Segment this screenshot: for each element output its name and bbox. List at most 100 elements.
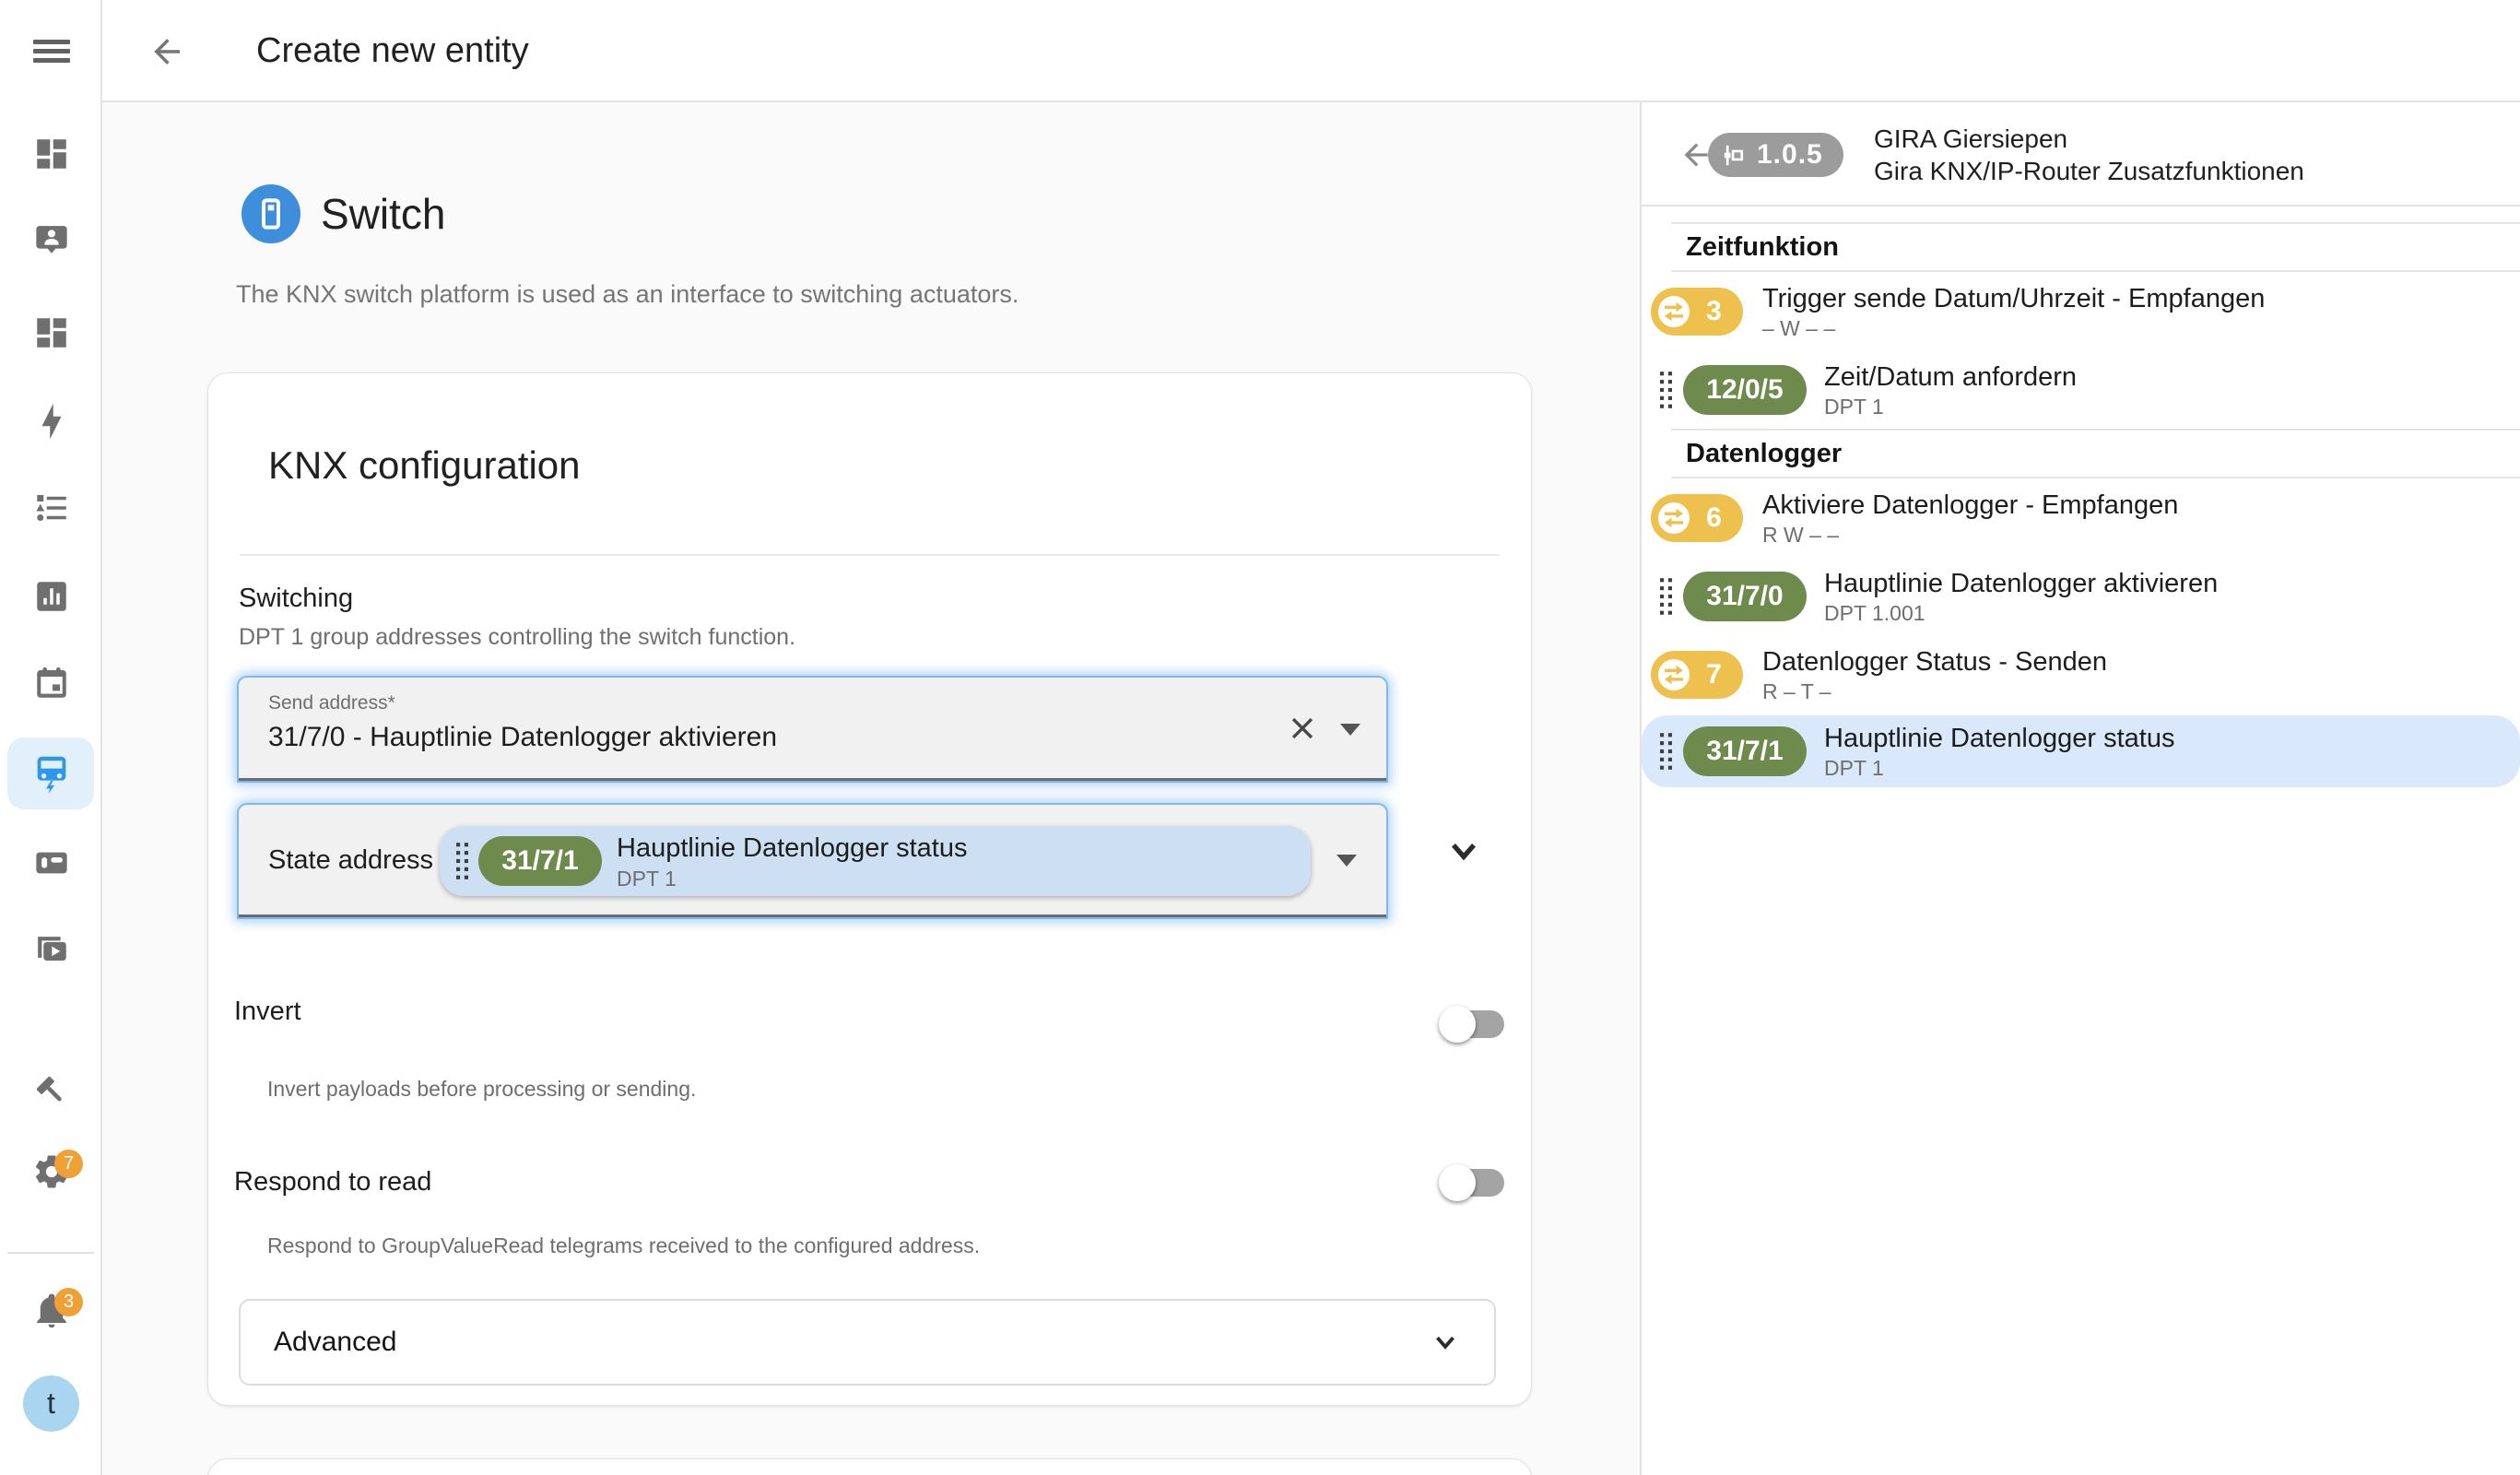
sidebar-item-history[interactable] bbox=[0, 560, 102, 633]
swap-arrows-icon bbox=[1657, 295, 1690, 328]
switching-group-title: Switching bbox=[239, 584, 353, 614]
chevron-down-icon bbox=[1430, 1327, 1461, 1358]
row-subtitle: DPT 1 bbox=[1824, 755, 2174, 781]
drag-handle-icon[interactable] bbox=[1660, 733, 1672, 770]
platform-description: The KNX switch platform is used as an in… bbox=[236, 280, 1019, 309]
clear-button[interactable] bbox=[1287, 713, 1318, 744]
row-subtitle: R W – – bbox=[1762, 522, 2178, 548]
group-address-row[interactable]: 31/7/0 Hauptlinie Datenlogger aktivierenD… bbox=[1642, 558, 2520, 635]
state-address-field[interactable]: State address 31/7/1 Hauptlinie Datenlog… bbox=[239, 805, 1386, 917]
sidebar-item-mailbox[interactable] bbox=[0, 826, 102, 900]
group-address-pill: 31/7/1 bbox=[1683, 726, 1807, 776]
bus-node-icon bbox=[1721, 143, 1746, 168]
dropdown-caret-icon[interactable] bbox=[1337, 855, 1357, 867]
device-address-panel: 1.0.5 GIRA Giersiepen Gira KNX/IP-Router… bbox=[1640, 102, 2520, 1475]
knx-configuration-card: KNX configuration Switching DPT 1 group … bbox=[207, 372, 1532, 1406]
com-object-row[interactable]: 7 Datenlogger Status - SendenR – T – bbox=[1642, 635, 2520, 714]
group-address-row[interactable]: 12/0/5 Zeit/Datum anfordernDPT 1 bbox=[1642, 351, 2520, 429]
row-subtitle: DPT 1.001 bbox=[1824, 600, 2218, 626]
group-address-row[interactable]: 31/7/1 Hauptlinie Datenlogger statusDPT 1 bbox=[1642, 715, 2520, 787]
calendar-icon bbox=[32, 664, 71, 702]
row-title: Hauptlinie Datenlogger status bbox=[1824, 723, 2174, 754]
light-switch-icon bbox=[253, 195, 289, 232]
send-address-field[interactable]: Send address* 31/7/0 - Hauptlinie Datenl… bbox=[239, 678, 1386, 781]
bulleted-list-icon bbox=[32, 489, 71, 527]
expand-addresses-button[interactable] bbox=[1443, 831, 1484, 871]
sidebar-item-overview[interactable] bbox=[0, 117, 102, 191]
grid-dashboard-icon bbox=[32, 313, 71, 352]
sidebar-item-assist[interactable] bbox=[0, 203, 102, 277]
close-icon bbox=[1287, 713, 1318, 744]
individual-address-badge: 1.0.5 bbox=[1708, 133, 1843, 177]
row-subtitle: DPT 1 bbox=[1824, 394, 2077, 419]
com-object-row[interactable]: 3 Trigger sende Datum/Uhrzeit - Empfangen… bbox=[1642, 272, 2520, 351]
menu-icon[interactable] bbox=[33, 40, 70, 63]
toggle-thumb bbox=[1439, 1006, 1476, 1043]
row-texts: Hauptlinie Datenlogger aktivierenDPT 1.0… bbox=[1824, 568, 2218, 626]
device-panel-header: 1.0.5 GIRA Giersiepen Gira KNX/IP-Router… bbox=[1642, 102, 2520, 206]
dropdown-caret-icon[interactable] bbox=[1340, 724, 1360, 736]
main-content: Switch The KNX switch platform is used a… bbox=[102, 102, 1641, 1475]
com-object-pill: 3 bbox=[1651, 288, 1743, 336]
state-address-label: State address bbox=[268, 845, 433, 876]
avatar[interactable]: t bbox=[23, 1375, 79, 1432]
row-texts: Trigger sende Datum/Uhrzeit - Empfangen–… bbox=[1762, 283, 2265, 341]
state-address-chip[interactable]: 31/7/1 Hauptlinie Datenlogger status DPT… bbox=[440, 826, 1311, 896]
sidebar-item-media[interactable] bbox=[0, 914, 102, 987]
lightning-bolt-icon bbox=[32, 402, 71, 441]
com-object-pill: 6 bbox=[1651, 494, 1743, 542]
advanced-expander[interactable]: Advanced bbox=[239, 1299, 1496, 1386]
drag-handle-icon[interactable] bbox=[1660, 578, 1672, 615]
row-subtitle: R – T – bbox=[1762, 678, 2107, 704]
group-address-pill: 12/0/5 bbox=[1683, 365, 1807, 415]
knx-create-entity-page: Create new entity bbox=[0, 0, 2520, 1475]
platform-icon-circle bbox=[241, 184, 300, 243]
com-object-number: 7 bbox=[1690, 659, 1737, 690]
swap-arrows-icon bbox=[1657, 658, 1690, 691]
group-address-pill: 31/7/0 bbox=[1683, 572, 1807, 621]
sidebar-item-calendar[interactable] bbox=[0, 646, 102, 720]
sidebar-item-dashboard[interactable] bbox=[0, 296, 102, 370]
com-object-number: 3 bbox=[1690, 296, 1737, 327]
notifications-badge: 3 bbox=[54, 1288, 83, 1316]
next-card-partial bbox=[207, 1458, 1532, 1475]
toggle-thumb bbox=[1439, 1164, 1476, 1201]
row-title: Zeit/Datum anfordern bbox=[1824, 361, 2077, 393]
respond-to-read-toggle[interactable] bbox=[1443, 1169, 1504, 1197]
card-title: KNX configuration bbox=[268, 443, 581, 488]
mailbox-icon bbox=[32, 844, 71, 882]
bus-lightning-icon bbox=[30, 752, 73, 795]
drag-handle-icon[interactable] bbox=[456, 843, 468, 879]
sidebar-item-settings[interactable] bbox=[0, 1135, 102, 1209]
chip-title: Hauptlinie Datenlogger status bbox=[617, 833, 967, 864]
row-texts: Zeit/Datum anfordernDPT 1 bbox=[1824, 361, 2077, 419]
advanced-label: Advanced bbox=[274, 1327, 396, 1358]
group-address-pill: 31/7/1 bbox=[478, 836, 602, 886]
sidebar-item-knx[interactable] bbox=[0, 737, 102, 810]
arrow-left-icon bbox=[147, 32, 186, 71]
send-address-value: 31/7/0 - Hauptlinie Datenlogger aktivier… bbox=[268, 722, 777, 753]
grid-dashboard-icon bbox=[32, 135, 71, 173]
sidebar-item-notifications[interactable] bbox=[0, 1273, 102, 1347]
device-manufacturer: GIRA Giersiepen bbox=[1874, 123, 2304, 155]
sidebar-item-developer-tools[interactable] bbox=[0, 1055, 102, 1128]
section-title: Datenlogger bbox=[1642, 431, 2520, 477]
com-object-row[interactable]: 6 Aktiviere Datenlogger - EmpfangenR W – … bbox=[1642, 478, 2520, 558]
row-title: Aktiviere Datenlogger - Empfangen bbox=[1762, 490, 2178, 521]
row-texts: Datenlogger Status - SendenR – T – bbox=[1762, 646, 2107, 704]
com-object-pill: 7 bbox=[1651, 651, 1743, 699]
invert-toggle[interactable] bbox=[1443, 1010, 1504, 1038]
sidebar-item-energy[interactable] bbox=[0, 384, 102, 458]
platform-title: Switch bbox=[321, 189, 445, 239]
hammer-icon bbox=[32, 1072, 71, 1111]
settings-badge: 7 bbox=[54, 1150, 83, 1178]
page-title: Create new entity bbox=[256, 31, 529, 71]
sidebar-divider bbox=[7, 1252, 94, 1254]
row-texts: Hauptlinie Datenlogger statusDPT 1 bbox=[1824, 723, 2174, 781]
send-address-label: Send address* bbox=[268, 692, 395, 714]
sidebar-item-logbook[interactable] bbox=[0, 471, 102, 545]
drag-handle-icon[interactable] bbox=[1660, 372, 1672, 408]
invert-label: Invert bbox=[234, 997, 301, 1027]
back-button[interactable] bbox=[147, 32, 186, 71]
bar-chart-box-icon bbox=[32, 577, 71, 616]
